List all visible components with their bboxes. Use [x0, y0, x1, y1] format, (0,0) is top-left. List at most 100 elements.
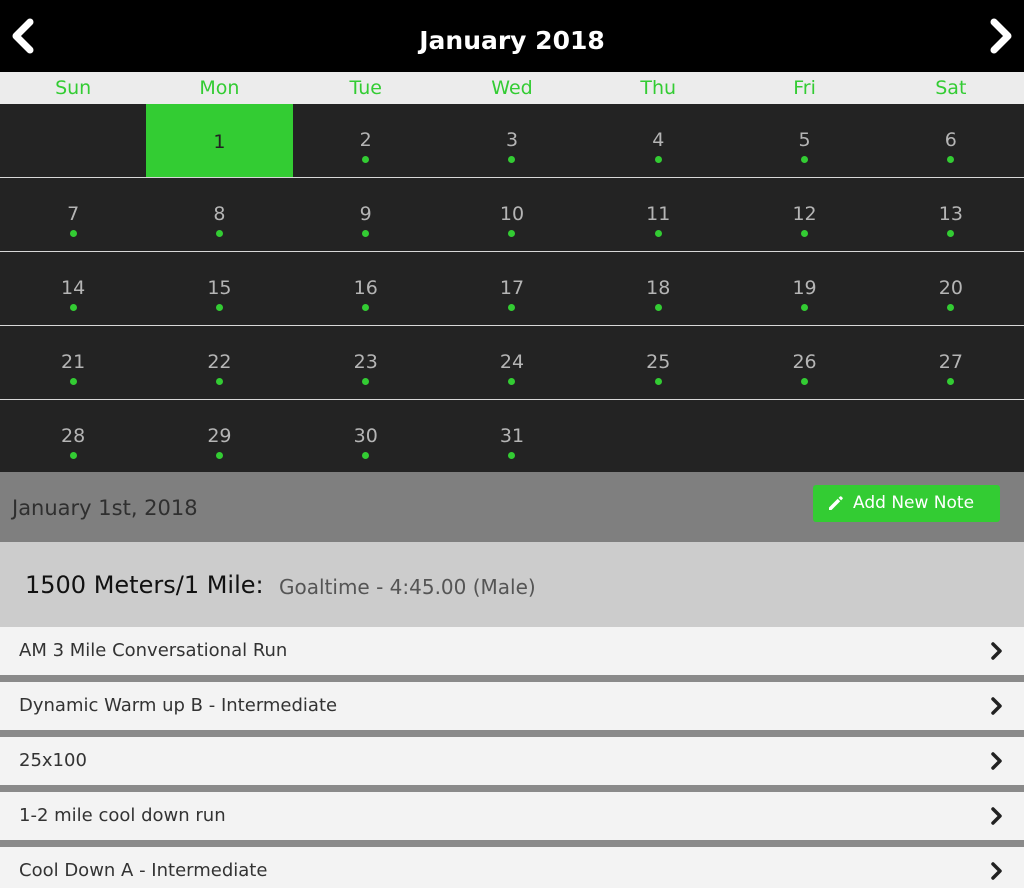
- calendar-day-31[interactable]: 31: [439, 400, 585, 473]
- event-dot-icon: [801, 230, 809, 237]
- calendar-day-19[interactable]: 19: [731, 252, 877, 325]
- calendar-empty-cell: [878, 400, 1024, 473]
- calendar-empty-cell: [585, 400, 731, 473]
- event-dot-icon: [947, 304, 955, 311]
- workout-item[interactable]: 1-2 mile cool down run: [0, 792, 1024, 840]
- event-dot-icon: [215, 452, 223, 459]
- day-number: 31: [499, 425, 525, 447]
- event-dot-icon: [508, 452, 516, 459]
- chevron-right-icon: [991, 642, 1002, 660]
- weekday-label: Fri: [793, 77, 816, 99]
- day-number: 17: [499, 277, 525, 299]
- day-number: 16: [353, 277, 378, 299]
- workout-divider: [0, 785, 1024, 792]
- event-dot-icon: [654, 304, 662, 311]
- calendar-day-1[interactable]: 1: [146, 104, 293, 177]
- workout-item[interactable]: 25x100: [0, 737, 1024, 785]
- calendar-day-24[interactable]: 24: [439, 326, 585, 399]
- day-number: 23: [353, 351, 378, 373]
- event-dot-icon: [947, 378, 955, 385]
- workout-label: 1-2 mile cool down run: [19, 805, 226, 826]
- calendar-day-28[interactable]: 28: [0, 400, 146, 473]
- day-number: 11: [646, 203, 671, 225]
- weekday-label: Sun: [55, 77, 92, 99]
- weekday-label: Sat: [935, 77, 967, 99]
- event-dot-icon: [801, 304, 809, 311]
- day-number: 19: [792, 277, 817, 299]
- calendar-day-6[interactable]: 6: [878, 104, 1024, 177]
- day-number: 7: [67, 203, 80, 225]
- day-number: 21: [61, 351, 86, 373]
- day-number: 29: [207, 425, 232, 447]
- calendar-day-27[interactable]: 27: [878, 326, 1024, 399]
- calendar-day-23[interactable]: 23: [293, 326, 439, 399]
- event-dot-icon: [508, 156, 516, 163]
- calendar-day-13[interactable]: 13: [878, 178, 1024, 251]
- calendar-day-3[interactable]: 3: [439, 104, 585, 177]
- event-dot-icon: [69, 230, 77, 237]
- event-dot-icon: [947, 230, 955, 237]
- day-number: 10: [499, 203, 525, 225]
- weekday-label: Mon: [199, 77, 240, 99]
- selected-date-label: January 1st, 2018: [12, 496, 198, 520]
- calendar-grid: 1 2 3 4 5 6 7 8 9 10 11 12 13 14 15 16 17 18 19 20 21 22 23 24 2…: [0, 104, 1024, 472]
- calendar-day-22[interactable]: 22: [146, 326, 292, 399]
- day-number: 6: [944, 129, 957, 151]
- day-number: 12: [792, 203, 817, 225]
- calendar-day-12[interactable]: 12: [731, 178, 877, 251]
- calendar-day-15[interactable]: 15: [146, 252, 292, 325]
- workout-item[interactable]: AM 3 Mile Conversational Run: [0, 627, 1024, 675]
- day-number: 9: [359, 203, 372, 225]
- calendar-day-18[interactable]: 18: [585, 252, 731, 325]
- chevron-right-icon: [991, 697, 1002, 715]
- calendar-day-10[interactable]: 10: [439, 178, 585, 251]
- pencil-icon: [829, 496, 843, 510]
- calendar-day-9[interactable]: 9: [293, 178, 439, 251]
- calendar-day-25[interactable]: 25: [585, 326, 731, 399]
- add-new-note-button[interactable]: Add New Note: [813, 485, 1000, 522]
- month-title: January 2018: [419, 26, 605, 55]
- calendar-day-11[interactable]: 11: [585, 178, 731, 251]
- workout-label: 25x100: [19, 750, 87, 771]
- weekday-header-row: Sun Mon Tue Wed Thu Fri Sat: [0, 72, 1024, 104]
- calendar-day-29[interactable]: 29: [146, 400, 292, 473]
- calendar-day-21[interactable]: 21: [0, 326, 146, 399]
- workout-item[interactable]: Cool Down A - Intermediate: [0, 847, 1024, 888]
- calendar-day-30[interactable]: 30: [293, 400, 439, 473]
- calendar-day-17[interactable]: 17: [439, 252, 585, 325]
- calendar-week-row: 14 15 16 17 18 19 20: [0, 252, 1024, 325]
- event-dot-icon: [508, 304, 516, 311]
- event-dot-icon: [215, 230, 223, 237]
- event-dot-icon: [215, 304, 223, 311]
- event-dot-icon: [654, 378, 662, 385]
- calendar-day-7[interactable]: 7: [0, 178, 146, 251]
- calendar-day-16[interactable]: 16: [293, 252, 439, 325]
- workout-divider: [0, 840, 1024, 847]
- workout-divider: [0, 675, 1024, 682]
- chevron-right-icon: [991, 752, 1002, 770]
- day-number: 8: [213, 203, 226, 225]
- event-dot-icon: [215, 378, 223, 385]
- calendar-day-26[interactable]: 26: [731, 326, 877, 399]
- day-number: 28: [61, 425, 86, 447]
- event-dot-icon: [654, 230, 662, 237]
- event-dot-icon: [69, 452, 77, 459]
- calendar-day-5[interactable]: 5: [731, 104, 877, 177]
- next-month-button[interactable]: [980, 16, 1020, 56]
- event-dot-icon: [801, 378, 809, 385]
- event-dot-icon: [947, 156, 955, 163]
- day-number: 2: [359, 129, 372, 151]
- workout-label: Cool Down A - Intermediate: [19, 860, 268, 881]
- weekday-label: Thu: [640, 77, 677, 99]
- calendar-day-4[interactable]: 4: [585, 104, 731, 177]
- calendar-day-8[interactable]: 8: [146, 178, 292, 251]
- workout-item[interactable]: Dynamic Warm up B - Intermediate: [0, 682, 1024, 730]
- day-number: 20: [938, 277, 963, 299]
- calendar-day-14[interactable]: 14: [0, 252, 146, 325]
- day-number: 27: [938, 351, 963, 373]
- add-new-note-label: Add New Note: [853, 493, 975, 513]
- calendar-day-20[interactable]: 20: [878, 252, 1024, 325]
- chevron-right-icon: [991, 807, 1002, 825]
- weekday-label: Wed: [491, 77, 533, 99]
- calendar-day-2[interactable]: 2: [293, 104, 439, 177]
